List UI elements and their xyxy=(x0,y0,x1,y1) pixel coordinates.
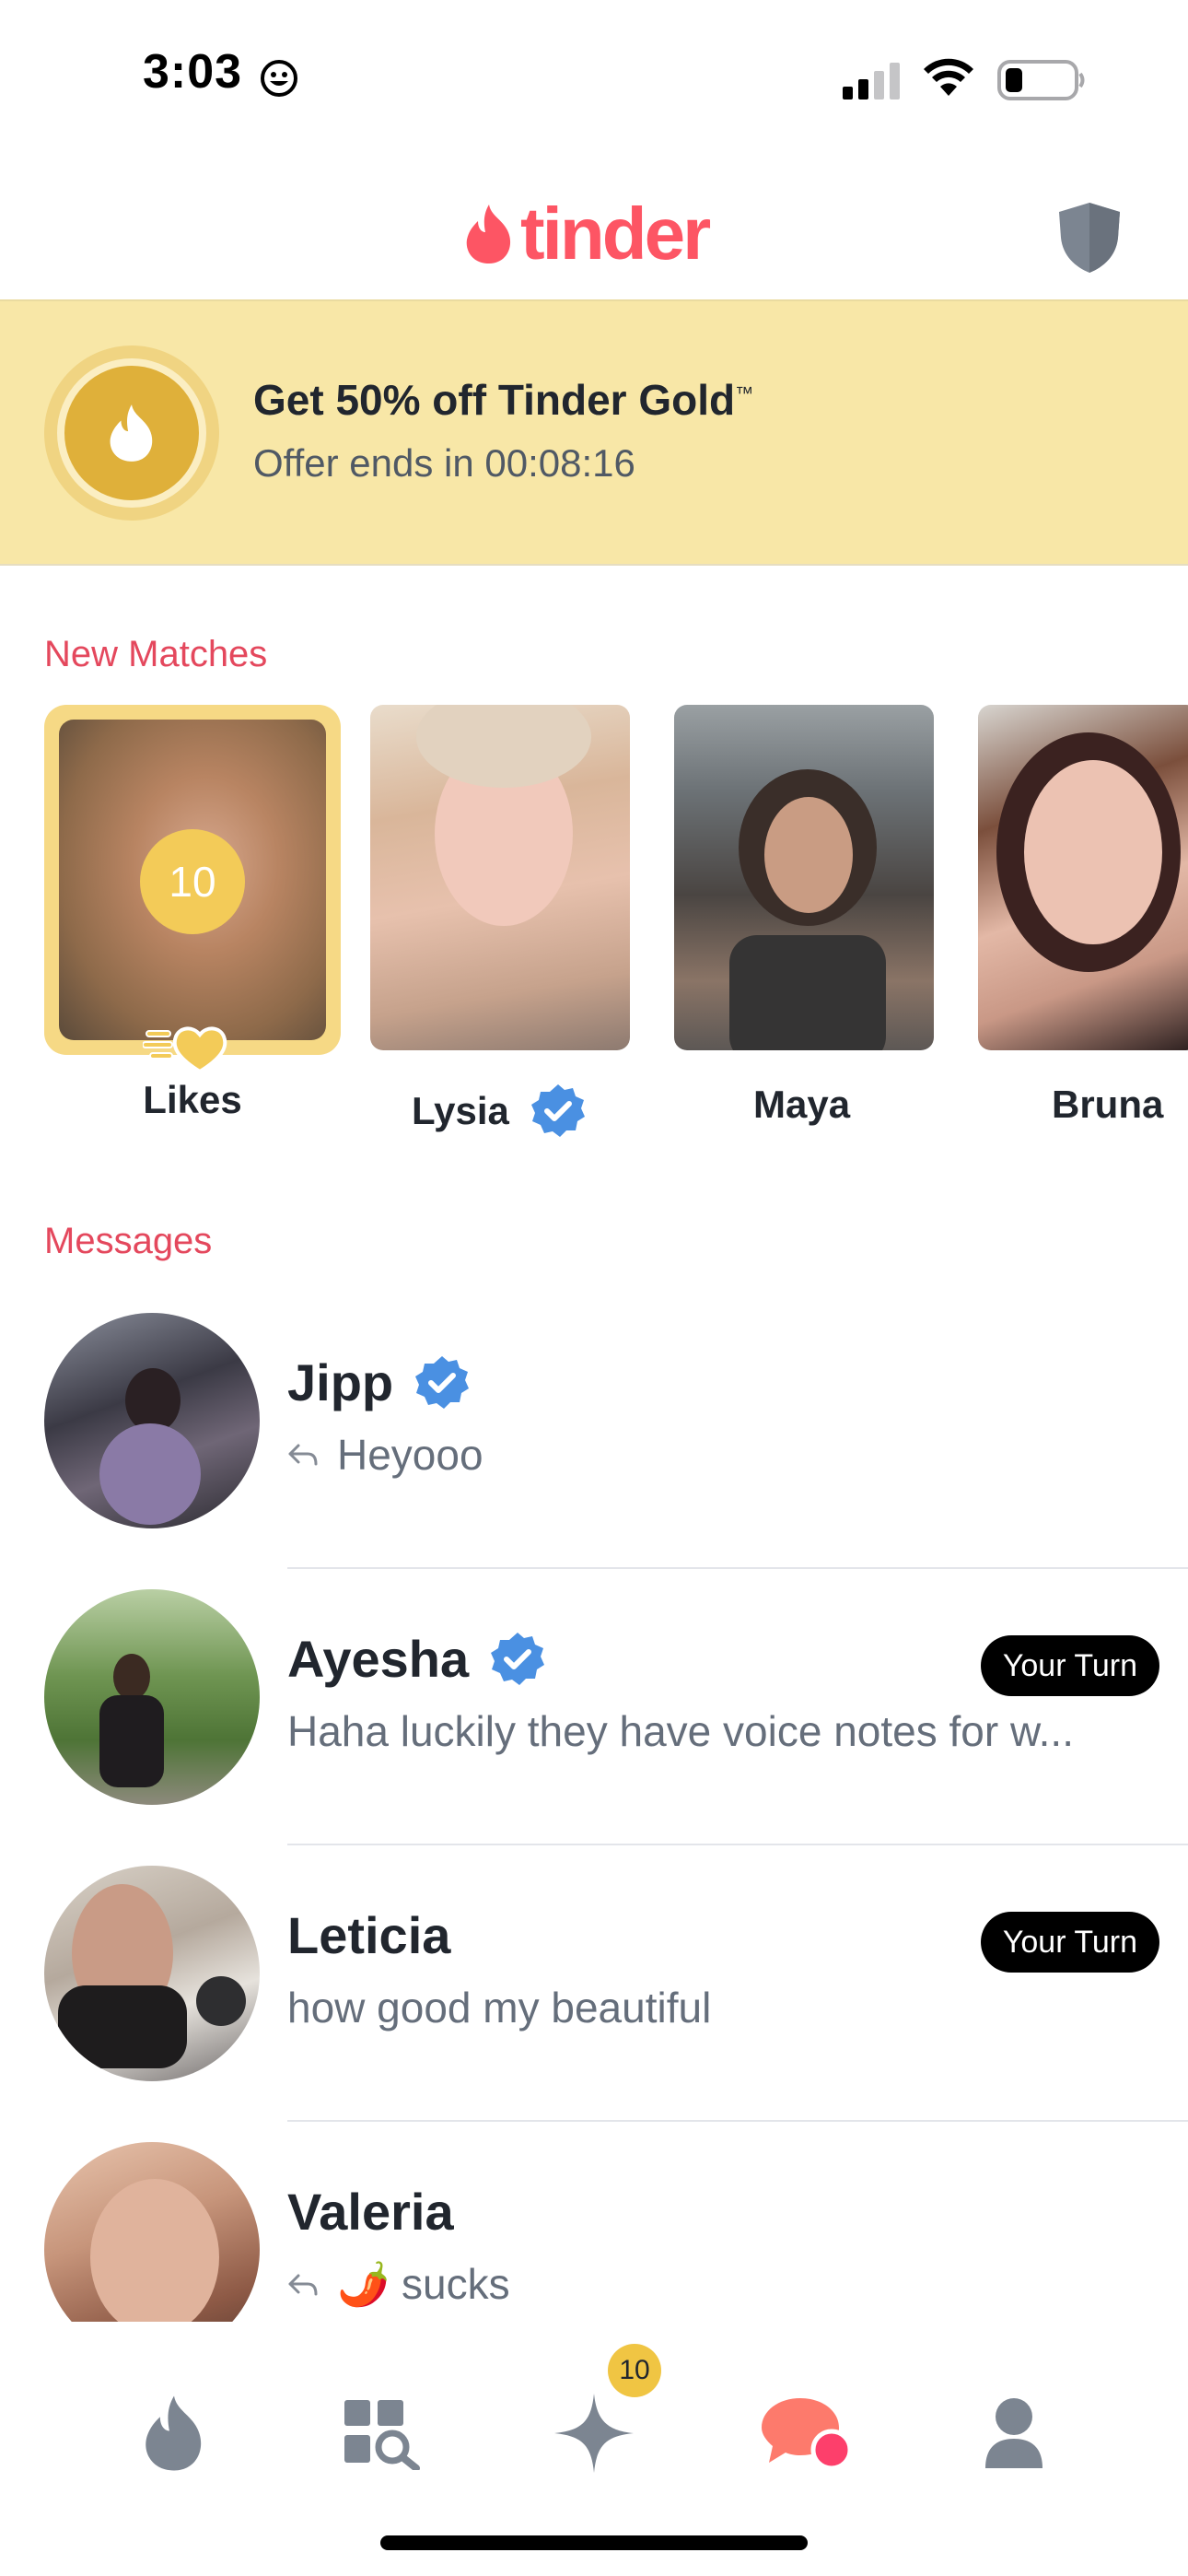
match-name-maya: Maya xyxy=(753,1083,851,1126)
new-matches-heading: New Matches xyxy=(44,634,268,674)
flame-logo-icon xyxy=(466,205,511,263)
your-turn-badge: Your Turn xyxy=(980,1635,1159,1696)
likes-label: Likes xyxy=(143,1078,242,1121)
tinder-logo[interactable]: tinder xyxy=(463,192,711,276)
profile-icon[interactable] xyxy=(954,2373,1074,2493)
message-name: Ayesha xyxy=(287,1629,546,1689)
message-name: Valeria xyxy=(287,2183,454,2241)
verified-badge-icon xyxy=(415,1355,470,1409)
match-name-bruna: Bruna xyxy=(1052,1083,1164,1126)
avatar xyxy=(44,1313,260,1528)
chat-icon[interactable] xyxy=(746,2373,866,2493)
reply-arrow-icon xyxy=(288,1444,318,1466)
gold-offer-countdown: Offer ends in 00:08:16 xyxy=(253,441,635,485)
smiley-icon xyxy=(260,59,298,102)
gold-offer-title: Get 50% off Tinder Gold™ xyxy=(253,376,754,424)
avatar xyxy=(44,1866,260,2081)
verified-badge-icon xyxy=(491,1632,545,1685)
message-preview: how good my beautiful xyxy=(287,1984,712,2032)
logo-wordmark: tinder xyxy=(520,193,711,275)
safety-shield-icon[interactable] xyxy=(1057,201,1122,279)
message-row-leticia[interactable]: Leticia Your Turn how good my beautiful xyxy=(0,1861,1188,2137)
your-turn-badge: Your Turn xyxy=(980,1912,1159,1973)
divider xyxy=(287,1567,1188,1569)
message-preview: Heyooo xyxy=(287,1430,483,1480)
gold-offer-banner[interactable]: Get 50% off Tinder Gold™ Offer ends in 0… xyxy=(0,299,1188,566)
match-name-lysia: Lysia xyxy=(412,1083,587,1140)
message-row-ayesha[interactable]: Ayesha Your Turn Haha luckily they have … xyxy=(0,1585,1188,1861)
divider xyxy=(287,1844,1188,1845)
messages-heading: Messages xyxy=(44,1221,213,1261)
avatar xyxy=(44,2142,260,2322)
cellular-signal-icon xyxy=(841,61,903,104)
match-photo-lysia[interactable] xyxy=(370,705,630,1050)
gold-coin-icon xyxy=(44,345,219,521)
match-photo-bruna[interactable] xyxy=(978,705,1188,1050)
wifi-icon xyxy=(921,55,976,102)
flying-heart-icon xyxy=(142,1018,235,1080)
home-indicator xyxy=(380,2535,808,2550)
sparkle-count-badge: 10 xyxy=(608,2344,661,2397)
match-photo-maya[interactable] xyxy=(674,705,934,1050)
flame-icon[interactable] xyxy=(114,2373,234,2493)
message-preview: 🌶️ sucks xyxy=(287,2259,510,2310)
message-row-valeria[interactable]: Valeria 🌶️ sucks xyxy=(0,2137,1188,2322)
message-name: Leticia xyxy=(287,1906,451,1964)
reply-arrow-icon xyxy=(288,2274,318,2295)
divider xyxy=(287,2120,1188,2122)
verified-badge-icon xyxy=(530,1084,585,1137)
battery-icon xyxy=(997,59,1086,106)
message-preview: Haha luckily they have voice notes for w… xyxy=(287,1707,1074,1755)
explore-icon[interactable] xyxy=(322,2373,442,2493)
message-name: Jipp xyxy=(287,1352,471,1412)
likes-count-badge: 10 xyxy=(140,829,245,934)
message-row-jipp[interactable]: Jipp Heyooo xyxy=(0,1308,1188,1585)
avatar xyxy=(44,1589,260,1805)
status-time: 3:03 xyxy=(143,45,243,99)
